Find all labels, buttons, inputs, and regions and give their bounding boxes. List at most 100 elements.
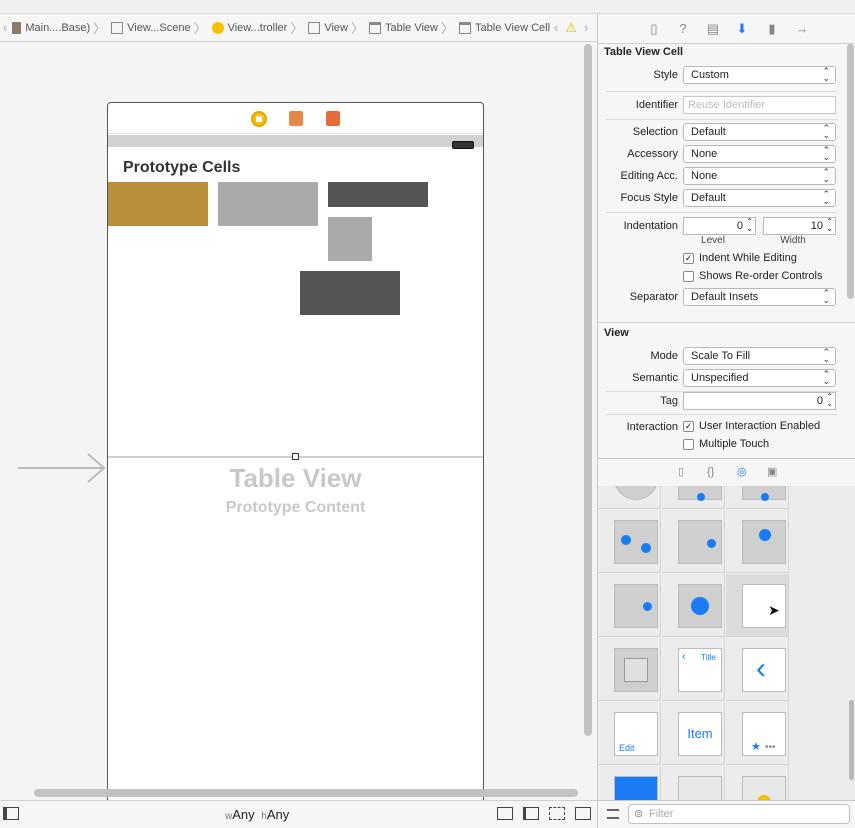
nav-next-icon[interactable]: › (584, 20, 588, 35)
resolve-issues-icon[interactable] (575, 807, 591, 820)
filter-field[interactable]: ⊜ Filter (628, 804, 850, 824)
breadcrumb-view[interactable]: View (306, 21, 348, 34)
exit-icon[interactable] (326, 111, 340, 126)
align-icon[interactable] (523, 807, 539, 820)
size-class-button[interactable]: wAny hAny (225, 807, 289, 822)
code-snippet-icon[interactable]: {} (707, 466, 719, 478)
shows-reorder-controls-checkbox[interactable]: Shows Re-order Controls (683, 270, 823, 282)
library-item-custom-gesture[interactable] (662, 574, 725, 637)
view-controller-scene[interactable]: Prototype Cells Table View Prototype Con… (107, 102, 484, 802)
library-scrollbar[interactable] (849, 700, 854, 780)
library-item-long-press-gesture[interactable] (726, 510, 789, 573)
library-item-navigation-bar[interactable]: ‹ Title (662, 638, 725, 701)
semantic-popup[interactable]: Unspecified (683, 369, 836, 387)
library-item-toolbar[interactable]: Edit (598, 702, 661, 765)
library-item-rotation-gesture[interactable] (598, 510, 661, 573)
light-gray-view-2[interactable] (328, 217, 372, 261)
indentation-level-stepper[interactable]: 0 (683, 217, 756, 235)
library-item-screen-edge-pan-gesture[interactable] (598, 574, 661, 637)
size-icon[interactable]: ▮ (764, 21, 780, 37)
canvas-horizontal-scrollbar[interactable] (34, 789, 578, 797)
container-view-icon (614, 648, 658, 692)
canvas-vertical-scrollbar[interactable] (584, 44, 592, 736)
library-item-container-view[interactable] (598, 638, 661, 701)
library-item-gesture-partial[interactable] (662, 486, 725, 509)
breadcrumb-table-view[interactable]: Table View (367, 21, 438, 34)
style-popup[interactable]: Custom (683, 66, 836, 84)
breadcrumb-separator: 〉 (193, 21, 207, 36)
view-section-title: View (604, 327, 629, 339)
width-sublabel: Width (780, 235, 806, 246)
file-template-icon[interactable]: ▯ (678, 466, 690, 478)
table-view-placeholder-subtitle: Prototype Content (225, 499, 366, 516)
mode-popup[interactable]: Scale To Fill (683, 347, 836, 365)
separator-popup[interactable]: Default Insets (683, 288, 836, 306)
breadcrumb-table-view-cell[interactable]: Table View Cell (457, 21, 550, 34)
dark-gray-view-1[interactable] (328, 182, 428, 207)
divider (606, 212, 838, 213)
empty-checkbox-icon (683, 270, 694, 282)
pan-gesture-icon (742, 486, 786, 501)
document-outline-toggle-icon[interactable] (3, 807, 19, 820)
navigation-item-icon: ‹ (742, 648, 786, 692)
attributes-icon[interactable]: ⬇ (734, 21, 750, 37)
breadcrumb-view-controller[interactable]: View...troller (210, 21, 287, 34)
embed-in-stack-icon[interactable] (497, 807, 513, 820)
library-item-gesture-partial[interactable] (726, 486, 789, 509)
status-bar (108, 135, 483, 149)
help-icon[interactable]: ? (675, 21, 691, 37)
object-library-icon[interactable]: ◎ (737, 466, 749, 478)
gold-view[interactable] (108, 182, 208, 226)
breadcrumb-storyboard[interactable]: Main....Base) (10, 21, 90, 34)
focus-style-popup[interactable]: Default (683, 189, 836, 207)
list-view-toggle-icon[interactable] (607, 809, 619, 819)
long-press-gesture-icon (742, 520, 786, 564)
rotation-gesture-icon (614, 520, 658, 564)
accessory-label: Accessory (627, 148, 678, 160)
identity-icon[interactable]: ▤ (705, 21, 721, 37)
user-interaction-enabled-checkbox[interactable]: ✓ User Interaction Enabled (683, 420, 820, 432)
light-gray-view-1[interactable] (218, 182, 318, 226)
library-item-search-bar[interactable] (662, 766, 725, 800)
indentation-width-stepper[interactable]: 10 (763, 217, 836, 235)
swipe-gesture-icon (678, 486, 722, 501)
nav-prev-icon[interactable]: ‹ (554, 20, 558, 35)
prototype-cells-title: Prototype Cells (123, 159, 241, 176)
checkmark-icon: ✓ (683, 252, 694, 264)
library-item-navigation-item[interactable]: ‹ (726, 638, 789, 701)
editing-accessory-popup[interactable]: None (683, 167, 836, 185)
connections-icon[interactable]: → (794, 21, 810, 37)
tab-bar-item-icon (614, 776, 658, 800)
tag-stepper[interactable]: 0 (683, 392, 836, 410)
identifier-field[interactable]: Reuse Identifier (683, 96, 836, 114)
nav-left-icon[interactable]: ‹ (3, 20, 7, 35)
inspector-scrollbar[interactable] (847, 44, 854, 299)
view-controller-dock-icon[interactable] (251, 111, 267, 127)
view-controller-icon (211, 21, 224, 34)
library-item-tab-bar-item[interactable] (598, 766, 661, 800)
style-label: Style (653, 69, 678, 81)
library-item-search-display[interactable] (726, 766, 789, 800)
file-icon[interactable]: ▯ (646, 21, 662, 37)
library-item-pinch-gesture[interactable] (662, 510, 725, 573)
storyboard-file-icon (12, 21, 22, 34)
rotation-gesture-icon (614, 486, 658, 500)
breadcrumb-scene[interactable]: View...Scene (109, 21, 191, 34)
indent-while-editing-checkbox[interactable]: ✓ Indent While Editing (683, 252, 797, 264)
identifier-label: Identifier (635, 99, 678, 111)
first-responder-icon[interactable] (289, 111, 303, 126)
library-item-view[interactable]: ➤ (726, 574, 789, 637)
media-library-icon[interactable]: ▣ (767, 466, 779, 478)
library-item-gesture-partial[interactable] (598, 486, 661, 509)
accessory-popup[interactable]: None (683, 145, 836, 163)
resize-handle[interactable] (292, 453, 299, 460)
dark-gray-view-2[interactable] (300, 271, 400, 315)
selection-popup[interactable]: Default (683, 123, 836, 141)
pin-icon[interactable] (549, 807, 565, 820)
initial-view-controller-arrow (18, 453, 106, 483)
library-item-tab-bar[interactable]: ★ ••• (726, 702, 789, 765)
library-item-bar-button-item[interactable]: Item (662, 702, 725, 765)
breadcrumb-separator: 〉 (93, 21, 107, 36)
multiple-touch-checkbox[interactable]: Multiple Touch (683, 438, 769, 450)
warning-icon[interactable]: ⚠ (565, 20, 577, 36)
